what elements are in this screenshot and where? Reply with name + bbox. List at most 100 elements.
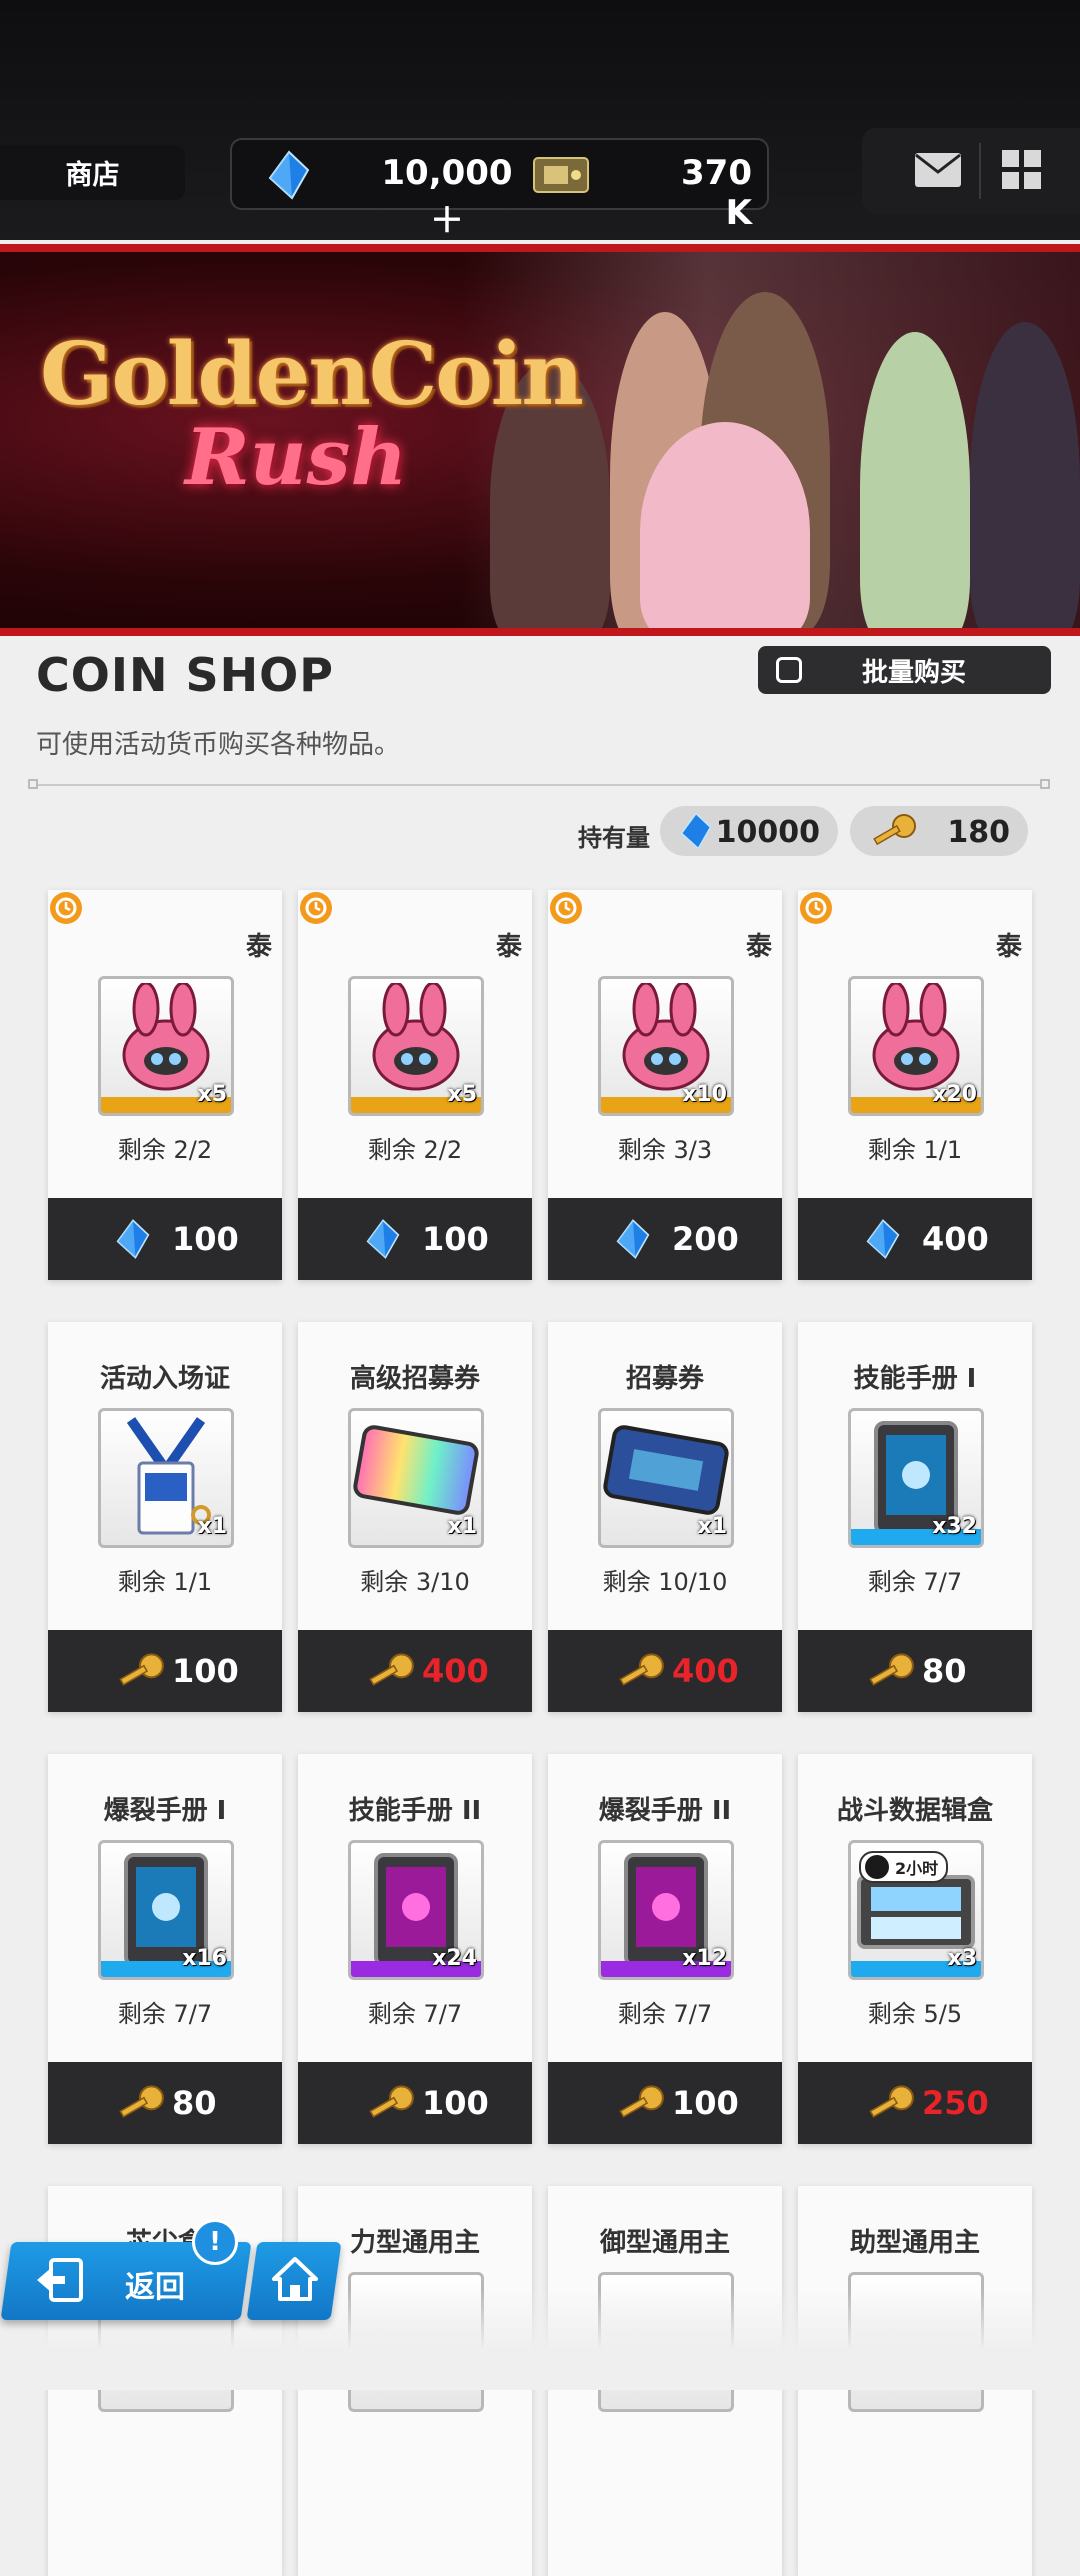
gem-icon bbox=[616, 1218, 650, 1264]
item-remaining: 剩余 7/7 bbox=[117, 2000, 213, 2028]
price-bar[interactable]: 100 bbox=[298, 1198, 532, 1280]
item-remaining: 剩余 10/10 bbox=[602, 1568, 728, 1596]
mail-icon[interactable] bbox=[914, 152, 962, 192]
banner-subtitle: Rush bbox=[185, 412, 408, 503]
page-title: 商店 bbox=[0, 145, 185, 200]
shop-item-card[interactable]: 活动入场证 x1 剩余 1/1 100 bbox=[48, 1322, 282, 1712]
golden-key-icon bbox=[366, 2082, 416, 2126]
item-thumbnail: x5 bbox=[348, 976, 484, 1116]
item-price: 80 bbox=[172, 2084, 217, 2122]
item-quantity: x12 bbox=[682, 1946, 727, 1971]
item-name: 助型通用主 bbox=[849, 2228, 980, 2258]
event-banner[interactable]: GoldenCoin Rush bbox=[0, 244, 1080, 636]
item-thumbnail: x5 bbox=[98, 976, 234, 1116]
key-holding-amount: 180 bbox=[947, 815, 1010, 850]
item-thumbnail: x1 bbox=[348, 1408, 484, 1548]
shop-item-card[interactable]: 技能手册 I x32 剩余 7/7 80 bbox=[798, 1322, 1032, 1712]
bulk-buy-checkbox[interactable] bbox=[776, 657, 802, 683]
holdings-label: 持有量 bbox=[578, 824, 650, 852]
duration-label: 2小时 bbox=[895, 1859, 939, 1878]
golden-key-icon bbox=[616, 2082, 666, 2126]
item-price: 400 bbox=[922, 1220, 989, 1258]
price-bar[interactable]: 400 bbox=[548, 1630, 782, 1712]
item-price: 100 bbox=[422, 1220, 489, 1258]
golden-key-icon bbox=[870, 812, 918, 852]
golden-key-icon bbox=[866, 2082, 916, 2126]
item-price: 100 bbox=[672, 2084, 739, 2122]
item-price: 100 bbox=[172, 1652, 239, 1690]
item-quantity: x16 bbox=[182, 1946, 227, 1971]
item-name: 爆裂手册 II bbox=[598, 1796, 732, 1826]
item-remaining: 剩余 1/1 bbox=[117, 1568, 213, 1596]
golden-key-icon bbox=[866, 1650, 916, 1694]
back-label: 返回 bbox=[125, 2270, 185, 2305]
item-price: 100 bbox=[422, 2084, 489, 2122]
item-thumbnail: x12 bbox=[598, 1840, 734, 1980]
price-bar[interactable]: 200 bbox=[548, 1198, 782, 1280]
rainbow-ticket-icon bbox=[351, 1415, 481, 1525]
shop-item-card[interactable]: 泰 x5 剩余 2/2 100 bbox=[48, 890, 282, 1280]
gem-icon bbox=[116, 1218, 150, 1264]
item-price: 250 bbox=[922, 2084, 989, 2122]
price-bar[interactable]: 100 bbox=[48, 1630, 282, 1712]
item-thumbnail: x1 bbox=[98, 1408, 234, 1548]
top-right-controls bbox=[862, 128, 1080, 214]
menu-grid-icon[interactable] bbox=[1002, 150, 1042, 194]
item-quantity: x1 bbox=[447, 1514, 478, 1539]
divider bbox=[979, 143, 981, 199]
coin-case-icon bbox=[532, 154, 590, 200]
price-bar[interactable]: 100 bbox=[298, 2062, 532, 2144]
price-bar[interactable]: 100 bbox=[548, 2062, 782, 2144]
coin-amount[interactable]: 370 K bbox=[652, 153, 752, 233]
price-bar[interactable]: 400 bbox=[298, 1630, 532, 1712]
item-quantity: x5 bbox=[447, 1082, 478, 1107]
item-thumbnail: x20 bbox=[848, 976, 984, 1116]
shop-item-card[interactable]: 爆裂手册 I x16 剩余 7/7 80 bbox=[48, 1754, 282, 2144]
item-name: 招募券 bbox=[625, 1364, 704, 1394]
item-name: 泰 bbox=[495, 932, 522, 962]
gem-amount[interactable]: 10,000＋ bbox=[372, 153, 522, 242]
shop-item-card[interactable]: 技能手册 II x24 剩余 7/7 100 bbox=[298, 1754, 532, 2144]
item-quantity: x20 bbox=[932, 1082, 977, 1107]
home-icon bbox=[272, 2257, 318, 2305]
price-bar[interactable]: 80 bbox=[798, 1630, 1032, 1712]
item-quantity: x32 bbox=[932, 1514, 977, 1539]
gem-holding-pill: 10000 bbox=[660, 806, 838, 856]
banner-title: GoldenCoin bbox=[40, 324, 584, 425]
alert-badge: ! bbox=[192, 2219, 238, 2265]
exit-door-icon bbox=[35, 2258, 85, 2306]
shop-item-card[interactable]: 战斗数据辑盒 2小时 x3 剩余 5/5 250 bbox=[798, 1754, 1032, 2144]
gem-icon bbox=[366, 1218, 400, 1264]
shop-item-card[interactable]: 爆裂手册 II x12 剩余 7/7 100 bbox=[548, 1754, 782, 2144]
price-bar[interactable]: 250 bbox=[798, 2062, 1032, 2144]
item-price: 100 bbox=[172, 1220, 239, 1258]
shop-item-card[interactable]: 招募券 x1 剩余 10/10 400 bbox=[548, 1322, 782, 1712]
bulk-buy-label: 批量购买 bbox=[862, 657, 967, 688]
item-remaining: 剩余 7/7 bbox=[617, 2000, 713, 2028]
item-thumbnail: x32 bbox=[848, 1408, 984, 1548]
shop-item-card[interactable]: 泰 x10 剩余 3/3 200 bbox=[548, 890, 782, 1280]
item-thumbnail: x10 bbox=[598, 976, 734, 1116]
timer-icon bbox=[798, 890, 834, 930]
item-name: 泰 bbox=[745, 932, 772, 962]
item-name: 技能手册 II bbox=[348, 1796, 482, 1826]
item-remaining: 剩余 1/1 bbox=[867, 1136, 963, 1164]
shop-item-card[interactable]: 泰 x5 剩余 2/2 100 bbox=[298, 890, 532, 1280]
item-name: 活动入场证 bbox=[99, 1364, 230, 1394]
price-bar[interactable]: 80 bbox=[48, 2062, 282, 2144]
clock-icon bbox=[865, 1855, 889, 1879]
item-name: 泰 bbox=[995, 932, 1022, 962]
bulk-buy-button[interactable]: 批量购买 bbox=[758, 646, 1051, 694]
item-quantity: x24 bbox=[432, 1946, 477, 1971]
shop-item-card[interactable]: 泰 x20 剩余 1/1 400 bbox=[798, 890, 1032, 1280]
key-holding-pill: 180 bbox=[850, 806, 1028, 856]
item-name: 泰 bbox=[245, 932, 272, 962]
item-thumbnail: 2小时 x3 bbox=[848, 1840, 984, 1980]
item-name: 战斗数据辑盒 bbox=[836, 1796, 993, 1826]
shop-item-card[interactable]: 高级招募券 x1 剩余 3/10 400 bbox=[298, 1322, 532, 1712]
price-bar[interactable]: 400 bbox=[798, 1198, 1032, 1280]
golden-key-icon bbox=[366, 1650, 416, 1694]
timer-icon bbox=[48, 890, 84, 930]
divider-end-right bbox=[1040, 779, 1050, 789]
price-bar[interactable]: 100 bbox=[48, 1198, 282, 1280]
